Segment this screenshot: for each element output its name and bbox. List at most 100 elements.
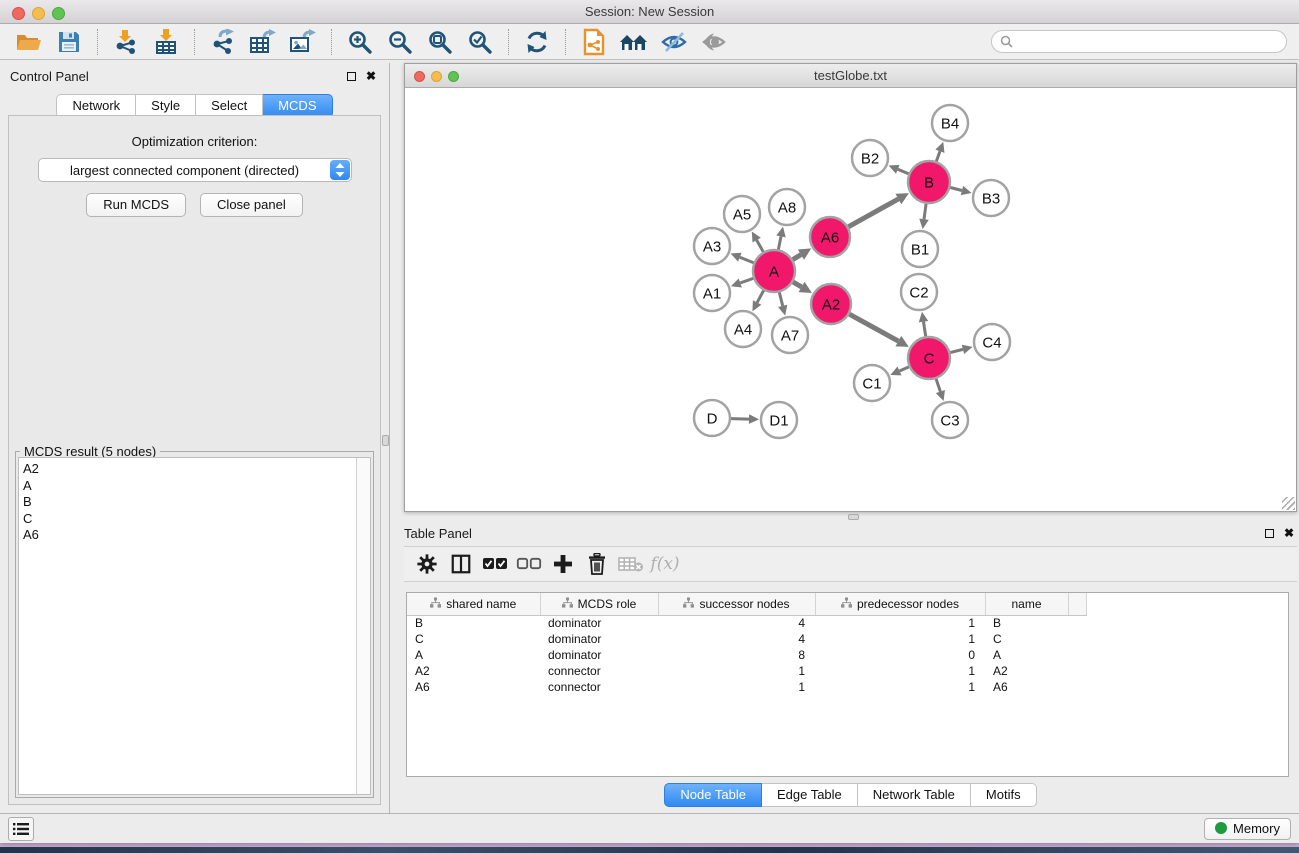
home-layouts-icon[interactable] — [617, 27, 651, 57]
show-all-eye-icon[interactable] — [697, 27, 731, 57]
network-graph[interactable]: AA1A2A3A4A5A6A7A8BB1B2B3B4CC1C2C3C4DD1 — [405, 88, 1286, 511]
table-row[interactable]: Cdominator41C — [407, 631, 1086, 647]
cell-name[interactable]: C — [985, 631, 1068, 647]
edge-A-A8[interactable] — [778, 236, 781, 249]
close-network-window-button[interactable] — [414, 71, 425, 82]
close-panel-button[interactable]: Close panel — [200, 193, 303, 217]
close-table-panel-icon[interactable]: ✖ — [1281, 525, 1297, 541]
network-canvas[interactable]: AA1A2A3A4A5A6A7A8BB1B2B3B4CC1C2C3C4DD1 — [405, 88, 1296, 511]
cell-predecessor-nodes[interactable]: 1 — [815, 679, 985, 695]
delete-table-icon[interactable] — [616, 550, 646, 578]
cell-predecessor-nodes[interactable]: 1 — [815, 631, 985, 647]
edge-A6-B[interactable] — [848, 199, 898, 227]
edge-A2-C[interactable] — [849, 314, 898, 341]
cell-successor-nodes[interactable]: 4 — [658, 631, 815, 647]
import-table-icon[interactable] — [149, 27, 183, 57]
float-table-panel-icon[interactable] — [1261, 525, 1277, 541]
deselect-all-checks-icon[interactable] — [514, 550, 544, 578]
edge-B-B2[interactable] — [898, 169, 909, 173]
cell-shared-name[interactable]: C — [407, 631, 540, 647]
column-header-shared-name[interactable]: shared name — [407, 593, 540, 615]
close-window-button[interactable] — [12, 7, 25, 20]
export-image-icon[interactable] — [286, 27, 320, 57]
cell-MCDS-role[interactable]: dominator — [540, 615, 658, 631]
minimize-window-button[interactable] — [32, 7, 45, 20]
cell-shared-name[interactable]: B — [407, 615, 540, 631]
edge-B-B1[interactable] — [924, 204, 926, 219]
table-row[interactable]: A2connector11A2 — [407, 663, 1086, 679]
table-row[interactable]: A6connector11A6 — [407, 679, 1086, 695]
refresh-layout-icon[interactable] — [520, 27, 554, 57]
cell-name[interactable]: B — [985, 615, 1068, 631]
result-item[interactable]: A2 — [23, 461, 352, 478]
search-input[interactable] — [1018, 35, 1278, 49]
cell-successor-nodes[interactable]: 8 — [658, 647, 815, 663]
edge-C-C3[interactable] — [936, 379, 940, 392]
minimize-network-window-button[interactable] — [431, 71, 442, 82]
edge-B-B3[interactable] — [950, 187, 962, 190]
search-field[interactable] — [991, 30, 1287, 53]
result-scrollbar[interactable] — [356, 458, 370, 794]
export-network-icon[interactable] — [206, 27, 240, 57]
cell-MCDS-role[interactable]: connector — [540, 663, 658, 679]
cell-MCDS-role[interactable]: dominator — [540, 647, 658, 663]
table-row[interactable]: Bdominator41B — [407, 615, 1086, 631]
cell-shared-name[interactable]: A2 — [407, 663, 540, 679]
import-network-icon[interactable] — [109, 27, 143, 57]
edge-B-B4[interactable] — [936, 151, 940, 161]
cell-predecessor-nodes[interactable]: 1 — [815, 663, 985, 679]
column-header-name[interactable]: name — [985, 593, 1068, 615]
float-panel-icon[interactable] — [343, 68, 359, 84]
close-panel-icon[interactable]: ✖ — [363, 68, 379, 84]
column-header-successor-nodes[interactable]: successor nodes — [658, 593, 815, 615]
delete-column-trash-icon[interactable] — [582, 550, 612, 578]
cell-predecessor-nodes[interactable]: 1 — [815, 615, 985, 631]
settings-gear-icon[interactable] — [412, 550, 442, 578]
column-header-MCDS-role[interactable]: MCDS role — [540, 593, 658, 615]
table-row[interactable]: Adominator80A — [407, 647, 1086, 663]
node-table[interactable]: shared nameMCDS rolesuccessor nodesprede… — [406, 592, 1289, 777]
edge-A-A6[interactable] — [793, 255, 801, 260]
zoom-window-button[interactable] — [52, 7, 65, 20]
zoom-network-window-button[interactable] — [448, 71, 459, 82]
cell-MCDS-role[interactable]: dominator — [540, 631, 658, 647]
edge-A-A5[interactable] — [757, 240, 764, 252]
save-session-icon[interactable] — [52, 27, 86, 57]
edge-A-A3[interactable] — [740, 257, 754, 263]
cell-shared-name[interactable]: A6 — [407, 679, 540, 695]
edge-A-A1[interactable] — [740, 278, 753, 283]
result-item[interactable]: B — [23, 494, 352, 511]
cell-name[interactable]: A6 — [985, 679, 1068, 695]
export-table-icon[interactable] — [246, 27, 280, 57]
result-item[interactable]: C — [23, 511, 352, 528]
column-header-predecessor-nodes[interactable]: predecessor nodes — [815, 593, 985, 615]
edge-C-C4[interactable] — [950, 349, 963, 352]
zoom-selected-icon[interactable] — [463, 27, 497, 57]
toggle-column-panel-icon[interactable] — [446, 550, 476, 578]
result-item[interactable]: A — [23, 478, 352, 495]
zoom-out-icon[interactable] — [383, 27, 417, 57]
open-session-icon[interactable] — [12, 27, 46, 57]
table-tab-edge-table[interactable]: Edge Table — [762, 783, 858, 807]
zoom-fit-icon[interactable] — [423, 27, 457, 57]
table-tab-motifs[interactable]: Motifs — [971, 783, 1037, 807]
result-item[interactable]: A6 — [23, 527, 352, 544]
hide-selected-eye-slash-icon[interactable] — [657, 27, 691, 57]
cell-successor-nodes[interactable]: 1 — [658, 679, 815, 695]
edge-A-A7[interactable] — [779, 292, 782, 306]
cell-successor-nodes[interactable]: 1 — [658, 663, 815, 679]
table-tab-node-table[interactable]: Node Table — [664, 783, 762, 807]
memory-button[interactable]: Memory — [1204, 818, 1291, 840]
zoom-in-icon[interactable] — [343, 27, 377, 57]
edge-C-C1[interactable] — [899, 367, 908, 371]
cell-shared-name[interactable]: A — [407, 647, 540, 663]
optimization-criterion-dropdown[interactable]: largest connected component (directed) — [38, 158, 352, 182]
edge-D-D1[interactable] — [731, 419, 749, 420]
add-column-icon[interactable] — [548, 550, 578, 578]
mcds-result-list[interactable]: A2ABCA6 — [18, 457, 371, 795]
cell-name[interactable]: A — [985, 647, 1068, 663]
table-tab-network-table[interactable]: Network Table — [858, 783, 971, 807]
select-all-checks-icon[interactable] — [480, 550, 510, 578]
edge-C-C2[interactable] — [923, 322, 925, 337]
run-mcds-button[interactable]: Run MCDS — [86, 193, 186, 217]
